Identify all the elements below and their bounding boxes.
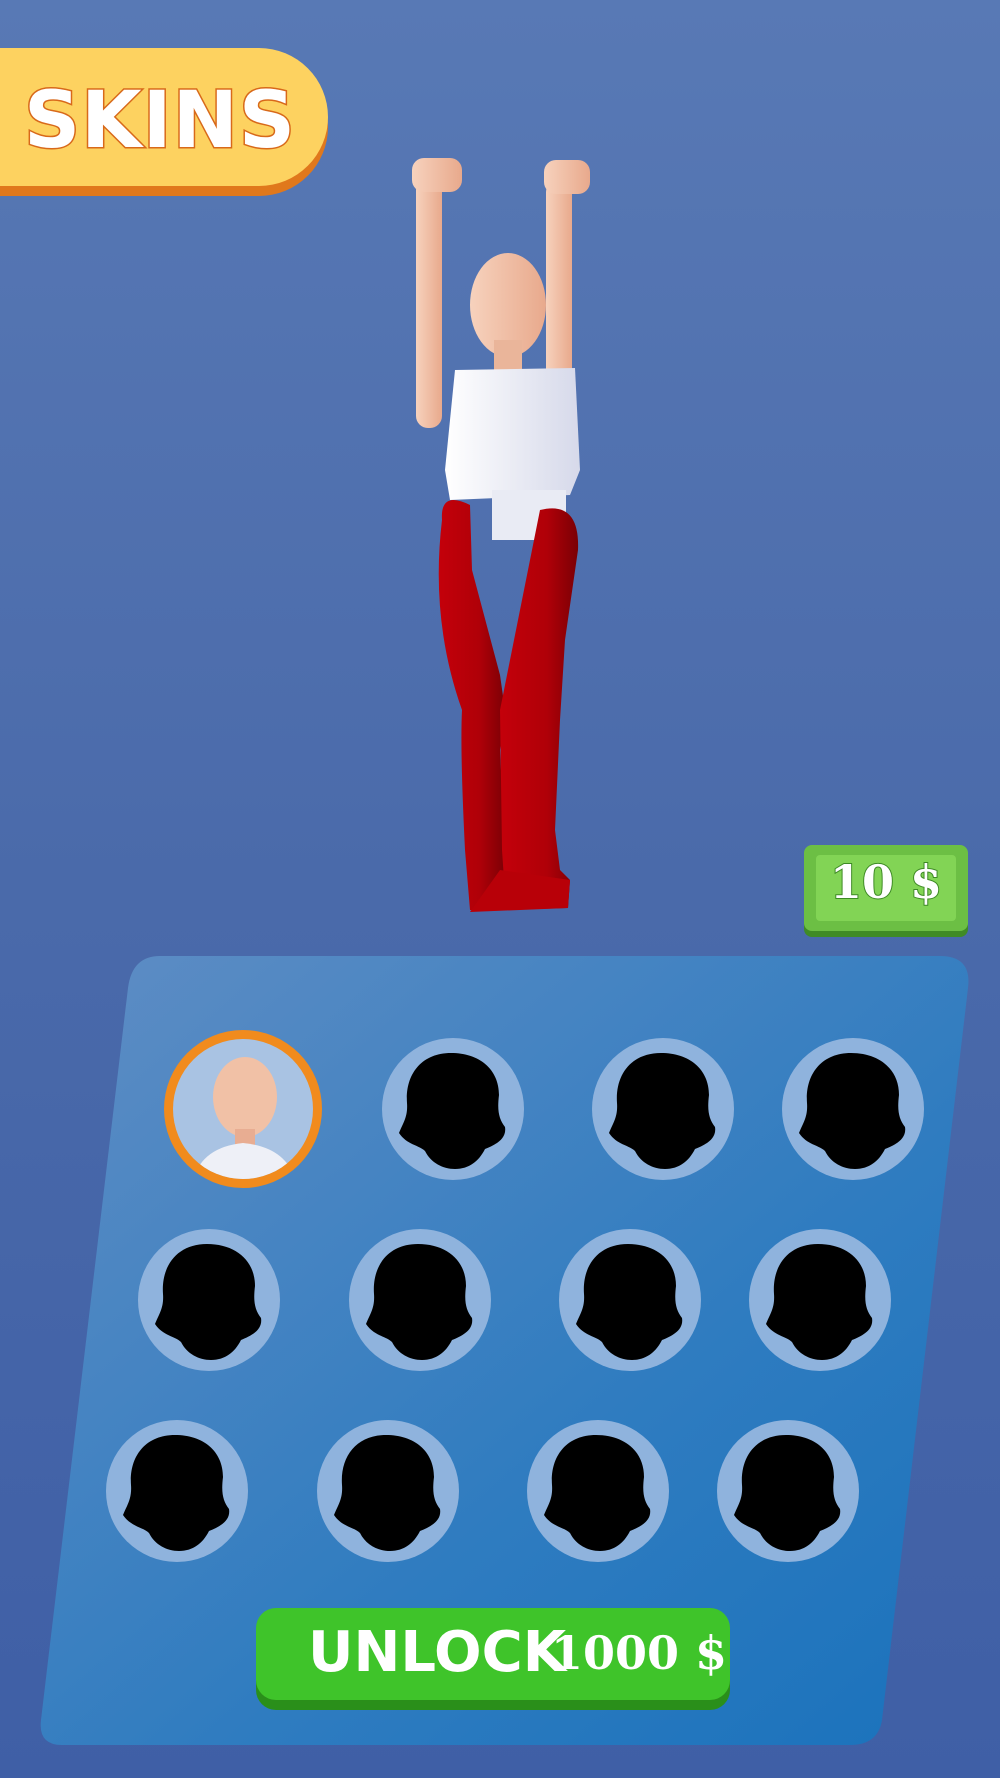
skin-slot-2-locked[interactable] (382, 1038, 524, 1180)
locked-silhouette-icon (366, 1244, 473, 1360)
locked-silhouette-icon (123, 1435, 230, 1551)
locked-silhouette-icon (576, 1244, 683, 1360)
skin-slot-3-locked[interactable] (592, 1038, 734, 1180)
skin-slot-11-locked[interactable] (527, 1420, 669, 1562)
unlock-button[interactable]: UNLOCK 1000 $ (256, 1608, 730, 1700)
locked-silhouette-icon (155, 1244, 262, 1360)
skin-slot-10-locked[interactable] (317, 1420, 459, 1562)
locked-silhouette-icon (799, 1053, 906, 1169)
locked-silhouette-icon (609, 1053, 716, 1169)
locked-silhouette-icon (544, 1435, 651, 1551)
unlock-label: UNLOCK (308, 1620, 567, 1685)
skin-slot-12-locked[interactable] (717, 1420, 859, 1562)
skin-slot-6-locked[interactable] (349, 1229, 491, 1371)
skin-slot-8-locked[interactable] (749, 1229, 891, 1371)
locked-silhouette-icon (334, 1435, 441, 1551)
skin-portrait (173, 1039, 313, 1179)
locked-silhouette-icon (734, 1435, 841, 1551)
skin-slot-9-locked[interactable] (106, 1420, 248, 1562)
locked-silhouette-icon (766, 1244, 873, 1360)
skin-slot-5-locked[interactable] (138, 1229, 280, 1371)
unlock-price: 1000 $ (551, 1626, 728, 1680)
skin-slot-1-selected[interactable] (164, 1030, 322, 1188)
locked-silhouette-icon (399, 1053, 506, 1169)
skin-slot-7-locked[interactable] (559, 1229, 701, 1371)
skin-slot-4-locked[interactable] (782, 1038, 924, 1180)
